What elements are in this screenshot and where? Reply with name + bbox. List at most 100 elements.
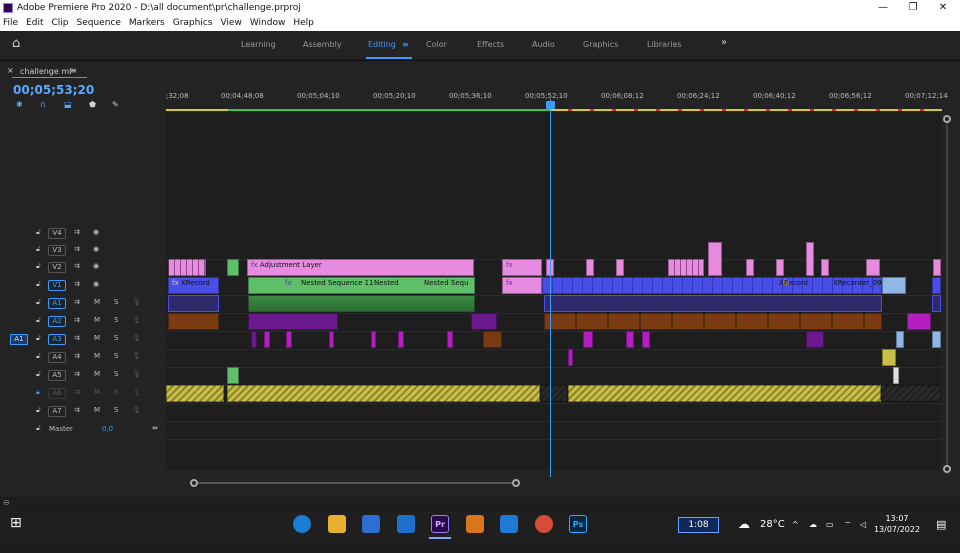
audio-clip[interactable] [371, 331, 376, 348]
mail-icon[interactable] [397, 515, 415, 533]
audio-clip[interactable] [932, 295, 941, 312]
clip-v1[interactable]: fx [502, 277, 542, 294]
source-patch-a1[interactable]: A1 [10, 334, 28, 345]
track-label[interactable]: A6 [48, 388, 66, 399]
eye-icon[interactable]: ◉ [93, 262, 99, 270]
sync-lock-icon[interactable]: ⇉ [74, 334, 80, 342]
audio-clip[interactable] [896, 331, 904, 348]
sync-lock-icon[interactable]: ⇉ [74, 298, 80, 306]
playhead-line[interactable] [550, 99, 551, 477]
mic-icon[interactable]: 🎙︎ [132, 316, 141, 324]
track-label[interactable]: A4 [48, 352, 66, 363]
menu-edit[interactable]: Edit [26, 18, 43, 28]
audio-clip[interactable] [168, 295, 219, 312]
wifi-icon[interactable]: ⌔ [844, 510, 852, 539]
clip-v2-tall[interactable] [708, 242, 722, 276]
minimize-button[interactable]: — [868, 0, 898, 15]
audio-clip[interactable] [471, 313, 497, 330]
clip-v2[interactable] [933, 259, 941, 276]
weather-temp[interactable]: 28°C [760, 510, 785, 539]
lock-icon[interactable]: 🔓︎ [36, 245, 41, 254]
sync-lock-icon[interactable]: ⇉ [74, 262, 80, 270]
clip-nested-sequence[interactable]: fx Nested Sequence 11 Nested Nested Sequ [248, 277, 475, 294]
sync-lock-icon[interactable]: ⇉ [74, 370, 80, 378]
sync-lock-icon[interactable]: ⇉ [74, 388, 80, 396]
eye-icon[interactable]: ◉ [93, 280, 99, 288]
workspace-color[interactable]: Color [426, 40, 447, 49]
mic-icon[interactable]: 🎙︎ [132, 352, 141, 360]
sync-lock-icon[interactable]: ⇉ [74, 280, 80, 288]
menu-window[interactable]: Window [250, 18, 286, 28]
audio-clip[interactable] [251, 331, 257, 348]
lock-icon-locked[interactable]: 🔒︎ [36, 388, 40, 397]
clip-v2[interactable]: fx [502, 259, 542, 276]
premiere-taskbar-icon[interactable]: Pr [431, 515, 449, 533]
vertical-scrollbar[interactable] [942, 112, 952, 473]
lock-icon[interactable]: 🔓︎ [36, 370, 41, 379]
sync-lock-icon[interactable]: ⇉ [74, 228, 80, 236]
horizontal-scrollbar[interactable] [190, 478, 520, 488]
audio-clip[interactable] [286, 331, 292, 348]
file-explorer-icon[interactable] [328, 515, 346, 533]
solo-button[interactable]: S [114, 316, 118, 324]
store-icon[interactable] [362, 515, 380, 533]
workspace-learning[interactable]: Learning [241, 40, 276, 49]
workspace-editing[interactable]: Editing [368, 40, 396, 49]
photoshop-taskbar-icon[interactable]: Ps [569, 515, 587, 533]
solo-button[interactable]: S [114, 370, 118, 378]
playhead-handle[interactable] [546, 101, 555, 109]
clip-v2[interactable] [668, 259, 704, 276]
audio-clip[interactable] [893, 367, 899, 384]
audio-clip[interactable] [907, 313, 931, 330]
audio-clip[interactable] [248, 313, 338, 330]
workspace-effects[interactable]: Effects [477, 40, 504, 49]
audio-clip-locked[interactable] [568, 385, 881, 402]
sync-lock-icon[interactable]: ⇉ [74, 352, 80, 360]
track-label[interactable]: V3 [48, 245, 66, 256]
audio-clip[interactable] [447, 331, 453, 348]
network-icon[interactable]: ▭ [826, 510, 834, 539]
workspace-graphics[interactable]: Graphics [583, 40, 618, 49]
weather-cloud-icon[interactable]: ☁ [738, 510, 750, 539]
workspace-libraries[interactable]: Libraries [647, 40, 682, 49]
notifications-icon[interactable]: ▤ [936, 510, 946, 539]
lock-icon[interactable]: 🔓︎ [36, 262, 41, 271]
clip-v2[interactable] [586, 259, 594, 276]
mute-button[interactable]: M [94, 370, 100, 378]
tab-menu-icon[interactable]: ≡ [70, 66, 77, 75]
track-label[interactable]: V4 [48, 228, 66, 239]
audio-clip-xrecord[interactable] [544, 295, 882, 312]
close-tab-icon[interactable]: × [7, 66, 14, 75]
mute-button[interactable]: M [94, 388, 100, 396]
tray-chevron-icon[interactable]: ^ [792, 510, 799, 539]
menu-file[interactable]: File [3, 18, 18, 28]
audio-clip-locked[interactable] [227, 385, 540, 402]
status-icon[interactable]: ⊖ [3, 498, 10, 507]
solo-button[interactable]: S [114, 334, 118, 342]
clip-v1[interactable] [882, 277, 906, 294]
hscroll-handle-right[interactable] [512, 479, 520, 487]
more-workspaces-icon[interactable]: » [721, 37, 727, 48]
clip-v1[interactable] [932, 277, 941, 294]
mic-icon[interactable]: 🎙︎ [132, 298, 141, 306]
workspace-menu-icon[interactable]: ≡ [402, 40, 409, 49]
audio-clip[interactable] [626, 331, 634, 348]
vscode-icon[interactable] [500, 515, 518, 533]
lock-icon[interactable]: 🔓︎ [36, 298, 41, 307]
clip-v2[interactable] [821, 259, 829, 276]
track-label[interactable]: V1 [48, 280, 66, 291]
windows-start-icon[interactable]: ⊞ [10, 515, 22, 531]
vscroll-handle-bottom[interactable] [943, 465, 951, 473]
audio-clip[interactable] [642, 331, 650, 348]
lock-icon[interactable]: 🔓︎ [36, 352, 41, 361]
mic-icon[interactable]: 🎙︎ [132, 406, 141, 414]
sequence-tab[interactable]: × challenge ml ≡ [0, 62, 160, 78]
menu-graphics[interactable]: Graphics [173, 18, 213, 28]
lock-icon[interactable]: 🔓︎ [36, 334, 41, 343]
solo-button[interactable]: S [114, 298, 118, 306]
audio-clip[interactable] [583, 331, 593, 348]
audio-clip[interactable] [329, 331, 334, 348]
audio-clip[interactable] [168, 313, 219, 330]
track-label[interactable]: A3 [48, 334, 66, 345]
tray-time-box[interactable]: 1:08 [678, 517, 719, 533]
